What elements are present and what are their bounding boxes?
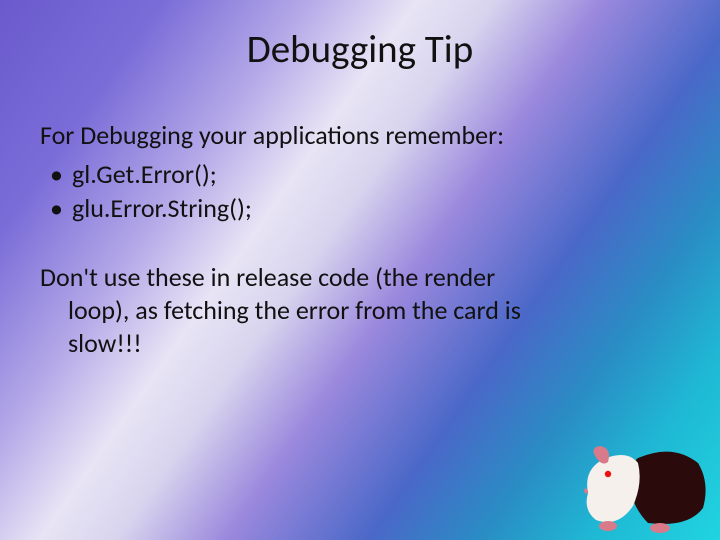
bullet-list: gl.Get.Error(); glu.Error.String();	[50, 158, 680, 225]
intro-text: For Debugging your applications remember…	[40, 119, 680, 152]
warning-line: Don't use these in release code (the ren…	[40, 261, 495, 293]
slide: Debugging Tip For Debugging your applica…	[0, 0, 720, 540]
warning-line: loop), as fetching the error from the ca…	[40, 294, 680, 327]
bullet-item: glu.Error.String();	[50, 192, 680, 225]
guinea-pig-icon	[578, 438, 710, 534]
bullet-item: gl.Get.Error();	[50, 158, 680, 191]
slide-body: For Debugging your applications remember…	[40, 119, 680, 361]
warning-text: Don't use these in release code (the ren…	[40, 261, 680, 361]
slide-title: Debugging Tip	[40, 26, 680, 73]
warning-line: slow!!!	[40, 327, 680, 360]
